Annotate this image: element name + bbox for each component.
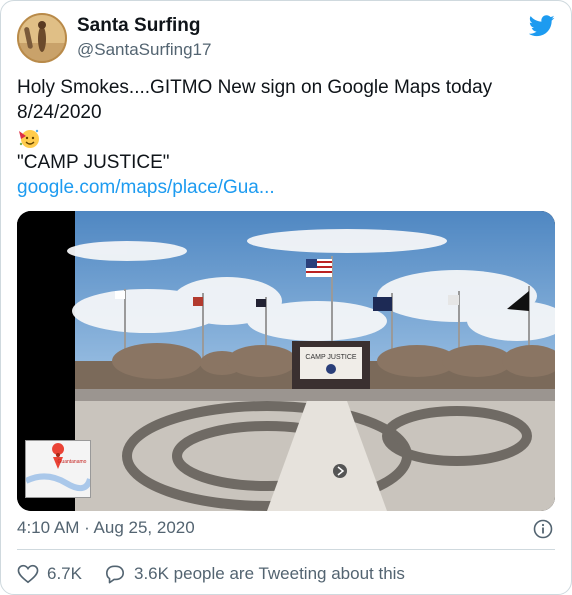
tweet-line-1: Holy Smokes....GITMO New sign on Google …: [17, 77, 493, 98]
camp-justice-sign-text: CAMP JUSTICE: [305, 354, 357, 361]
tweet-text: Holy Smokes....GITMO New sign on Google …: [17, 75, 557, 200]
heart-icon: [17, 564, 39, 584]
google-maps-thumbnail[interactable]: Guantanamo: [24, 440, 93, 498]
conversation-text: 3.6K people are Tweeting about this: [133, 564, 405, 583]
author-handle[interactable]: @SantaSurfing17: [77, 40, 211, 60]
twitter-bird-icon[interactable]: [529, 15, 555, 37]
tweet-quote: "CAMP JUSTICE": [17, 152, 170, 173]
map-thumbnail-label: Guantanamo: [58, 459, 87, 465]
tweet-media-photo[interactable]: CAMP JUSTICE Guantanamo: [17, 211, 555, 511]
tweet-actions: 6.7K 3.6K people are Tweeting about this: [17, 562, 405, 586]
tweet-link[interactable]: google.com/maps/place/Gua...: [17, 175, 557, 200]
conversation-link[interactable]: 3.6K people are Tweeting about this: [104, 564, 405, 584]
tweet-line-2: 8/24/2020: [17, 102, 102, 123]
tweet-timestamp[interactable]: 4:10 AM · Aug 25, 2020: [17, 518, 195, 538]
party-face-emoji-icon: [19, 129, 39, 148]
like-button[interactable]: 6.7K: [17, 564, 82, 584]
reply-bubble-icon: [105, 565, 124, 584]
tweet-card: Santa Surfing @SantaSurfing17 Holy Smoke…: [0, 0, 572, 595]
info-icon[interactable]: [533, 519, 553, 539]
author-name[interactable]: Santa Surfing: [77, 15, 201, 37]
like-count: 6.7K: [47, 564, 82, 583]
divider: [17, 549, 555, 550]
avatar[interactable]: [17, 13, 67, 63]
